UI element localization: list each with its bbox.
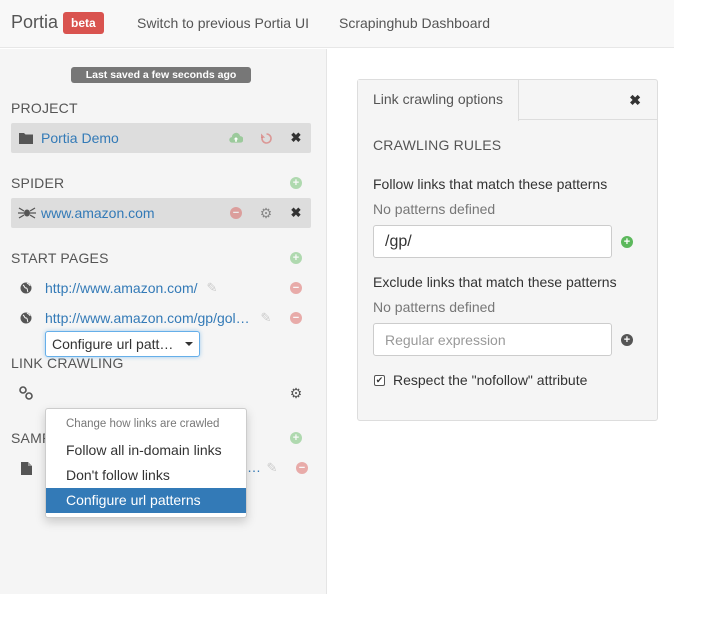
edit-sample-pencil-icon[interactable]: ✎ xyxy=(265,460,279,475)
add-spider-icon[interactable]: + xyxy=(289,176,303,190)
follow-patterns-label: Follow links that match these patterns xyxy=(373,176,608,192)
remove-start-page-icon[interactable]: − xyxy=(289,281,303,295)
add-exclude-pattern-icon[interactable]: + xyxy=(620,333,634,347)
follow-no-patterns-text: No patterns defined xyxy=(373,201,496,217)
nofollow-checkbox[interactable]: ✔ xyxy=(374,375,385,386)
scrapinghub-dashboard-link[interactable]: Scrapinghub Dashboard xyxy=(339,15,490,31)
saved-status-badge: Last saved a few seconds ago xyxy=(71,67,251,83)
start-page-item[interactable]: http://www.amazon.com/gp/gol… ✎ − xyxy=(11,303,311,333)
link-crawling-selected-value: Configure url patt… xyxy=(52,336,174,352)
link-crawling-heading: LINK CRAWLING xyxy=(11,355,124,371)
exclude-no-patterns-text: No patterns defined xyxy=(373,299,496,315)
follow-pattern-input[interactable] xyxy=(373,225,612,258)
link-crawling-options-panel: Link crawling options ✖ CRAWLING RULES F… xyxy=(357,79,658,421)
start-page-item[interactable]: http://www.amazon.com/ ✎ − xyxy=(11,273,311,303)
close-spider-icon[interactable]: ✖ xyxy=(289,205,303,220)
remove-start-page-icon[interactable]: − xyxy=(289,311,303,325)
remove-sample-icon[interactable]: − xyxy=(295,461,309,475)
option-follow-all-in-domain[interactable]: Follow all in-domain links xyxy=(46,438,246,463)
spider-row[interactable]: www.amazon.com − ⚙ ✖ xyxy=(11,198,311,228)
project-row[interactable]: Portia Demo ✖ xyxy=(11,123,311,153)
add-follow-pattern-icon[interactable]: + xyxy=(620,235,634,249)
link-crawling-gear-icon[interactable]: ⚙ xyxy=(289,385,303,401)
folder-icon xyxy=(19,131,33,145)
project-heading: PROJECT xyxy=(11,100,78,116)
exclude-patterns-label: Exclude links that match these patterns xyxy=(373,274,617,290)
spider-settings-gear-icon[interactable]: ⚙ xyxy=(259,205,273,221)
exclude-pattern-input[interactable] xyxy=(373,323,612,356)
edit-pencil-icon[interactable]: ✎ xyxy=(205,280,219,295)
panel-tab-bar: Link crawling options ✖ xyxy=(358,80,657,121)
add-sample-icon[interactable]: + xyxy=(289,431,303,445)
chevron-down-icon xyxy=(185,342,193,346)
spider-icon xyxy=(18,206,36,220)
switch-previous-ui-link[interactable]: Switch to previous Portia UI xyxy=(137,15,309,31)
add-start-page-icon[interactable]: + xyxy=(289,251,303,265)
nofollow-label[interactable]: Respect the "nofollow" attribute xyxy=(393,372,587,388)
close-project-icon[interactable]: ✖ xyxy=(289,130,303,145)
crawling-rules-heading: CRAWLING RULES xyxy=(373,137,502,153)
start-page-url[interactable]: http://www.amazon.com/ xyxy=(45,280,198,296)
spider-heading: SPIDER xyxy=(11,175,65,191)
top-navbar: Portia beta Switch to previous Portia UI… xyxy=(0,0,674,48)
spider-name[interactable]: www.amazon.com xyxy=(41,205,155,221)
link-crawling-select[interactable]: Configure url patt… xyxy=(45,331,200,357)
tab-label: Link crawling options xyxy=(373,91,503,107)
globe-icon xyxy=(19,281,33,295)
beta-badge: beta xyxy=(63,12,104,34)
link-icon xyxy=(19,386,33,400)
option-dont-follow-links[interactable]: Don't follow links xyxy=(46,463,246,488)
link-crawling-dropdown: Change how links are crawled Follow all … xyxy=(45,408,247,518)
dropdown-header: Change how links are crawled xyxy=(66,418,220,430)
project-name[interactable]: Portia Demo xyxy=(41,130,119,146)
sample-name-tail[interactable]: … xyxy=(247,459,261,475)
start-page-url[interactable]: http://www.amazon.com/gp/gol… xyxy=(45,310,250,326)
close-panel-icon[interactable]: ✖ xyxy=(629,92,641,109)
option-configure-url-patterns[interactable]: Configure url patterns xyxy=(46,488,246,513)
edit-pencil-icon[interactable]: ✎ xyxy=(259,310,273,325)
upload-cloud-icon[interactable] xyxy=(229,131,243,145)
discard-changes-icon[interactable] xyxy=(259,131,273,145)
start-pages-heading: START PAGES xyxy=(11,250,109,266)
file-icon xyxy=(19,461,33,475)
remove-spider-icon[interactable]: − xyxy=(229,206,243,220)
brand-logo[interactable]: Portia xyxy=(11,12,58,33)
globe-icon xyxy=(19,311,33,325)
tab-link-crawling-options[interactable]: Link crawling options xyxy=(358,80,519,121)
